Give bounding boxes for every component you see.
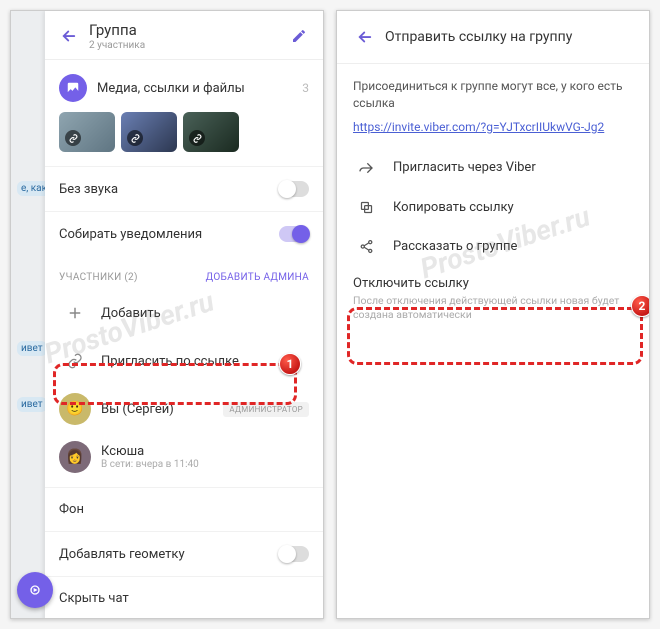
mute-toggle[interactable] bbox=[279, 181, 309, 197]
header-subtitle: 2 участника bbox=[89, 40, 287, 51]
back-button[interactable] bbox=[55, 22, 83, 50]
mute-row[interactable]: Без звука bbox=[45, 166, 323, 211]
geo-label: Добавлять геометку bbox=[59, 547, 279, 562]
link-icon bbox=[65, 130, 81, 146]
add-label: Добавить bbox=[101, 306, 161, 321]
compose-fab[interactable] bbox=[17, 572, 53, 608]
group-settings-panel: Группа 2 участника Медиа, ссылки и файлы… bbox=[45, 11, 323, 619]
participants-title: УЧАСТНИКИ (2) bbox=[59, 272, 138, 283]
media-header[interactable]: Медиа, ссылки и файлы 3 bbox=[59, 60, 309, 112]
participant-row[interactable]: 👩 Ксюша В сети: вчера в 11:40 bbox=[45, 433, 323, 481]
participant-status: В сети: вчера в 11:40 bbox=[101, 459, 309, 470]
media-icon bbox=[59, 74, 87, 102]
background-row[interactable]: Фон bbox=[45, 487, 323, 531]
geo-row[interactable]: Добавлять геометку bbox=[45, 531, 323, 576]
link-icon bbox=[189, 130, 205, 146]
share-arrow-icon bbox=[353, 160, 379, 176]
link-icon bbox=[127, 130, 143, 146]
header: Группа 2 участника bbox=[45, 11, 323, 60]
media-section: Медиа, ссылки и файлы 3 bbox=[45, 60, 323, 166]
chat-bubble-peek: ивет bbox=[17, 397, 47, 412]
hide-chat-label: Скрыть чат bbox=[59, 591, 309, 606]
media-count: 3 bbox=[302, 81, 309, 95]
disable-link-title: Отключить ссылку bbox=[353, 276, 633, 291]
copy-icon bbox=[353, 200, 379, 215]
copy-link-row[interactable]: Копировать ссылку bbox=[337, 188, 649, 227]
participants-header: УЧАСТНИКИ (2) ДОБАВИТЬ АДМИНА bbox=[45, 256, 323, 289]
back-button[interactable] bbox=[351, 23, 379, 51]
participant-me-row[interactable]: 🙂 Вы (Сергей) АДМИНИСТРАТОР bbox=[45, 385, 323, 433]
background-label: Фон bbox=[59, 502, 309, 517]
hide-chat-row[interactable]: Скрыть чат bbox=[45, 576, 323, 619]
add-participant-row[interactable]: Добавить bbox=[45, 289, 323, 337]
action-label: Рассказать о группе bbox=[393, 239, 517, 254]
media-thumb[interactable] bbox=[183, 112, 239, 152]
invite-viber-row[interactable]: Пригласить через Viber bbox=[337, 148, 649, 188]
admin-badge: АДМИНИСТРАТОР bbox=[223, 402, 309, 417]
disable-link-subtitle: После отключения действующей ссылки нова… bbox=[353, 294, 633, 322]
info-text: Присоединиться к группе могут все, у ког… bbox=[337, 64, 649, 120]
phone-left: е, как ивет ивет ProstoViber.ru Группа 2… bbox=[10, 10, 324, 619]
media-thumb[interactable] bbox=[59, 112, 115, 152]
chat-bubble-peek: ивет bbox=[17, 341, 47, 356]
participant-name: Ксюша bbox=[101, 444, 309, 459]
link-icon bbox=[59, 345, 91, 377]
avatar: 🙂 bbox=[59, 393, 91, 425]
invite-link[interactable]: https://invite.viber.com/?g=YJTxcrIIUkwV… bbox=[337, 120, 649, 148]
add-admin-link[interactable]: ДОБАВИТЬ АДМИНА bbox=[206, 272, 309, 283]
phone-right: ProstoViber.ru Отправить ссылку на групп… bbox=[336, 10, 650, 619]
share-group-row[interactable]: Рассказать о группе bbox=[337, 227, 649, 266]
step-badge-2: 2 bbox=[631, 295, 650, 317]
action-label: Копировать ссылку bbox=[393, 200, 514, 215]
participant-name: Вы (Сергей) bbox=[101, 402, 223, 417]
header-title: Отправить ссылку на группу bbox=[385, 29, 635, 45]
geo-toggle[interactable] bbox=[279, 546, 309, 562]
action-label: Пригласить через Viber bbox=[393, 160, 536, 175]
media-thumbs bbox=[59, 112, 309, 166]
collect-notifications-row[interactable]: Собирать уведомления bbox=[45, 211, 323, 256]
plus-icon bbox=[59, 297, 91, 329]
collect-toggle[interactable] bbox=[279, 226, 309, 242]
media-thumb[interactable] bbox=[121, 112, 177, 152]
header-title: Группа bbox=[89, 21, 287, 39]
header: Отправить ссылку на группу bbox=[337, 11, 649, 64]
share-icon bbox=[353, 239, 379, 254]
disable-link-block[interactable]: Отключить ссылку После отключения действ… bbox=[337, 266, 649, 336]
media-label: Медиа, ссылки и файлы bbox=[97, 81, 302, 96]
collect-label: Собирать уведомления bbox=[59, 227, 279, 242]
mute-label: Без звука bbox=[59, 182, 279, 197]
edit-button[interactable] bbox=[287, 24, 311, 48]
avatar: 👩 bbox=[59, 441, 91, 473]
invite-label: Пригласить по ссылке bbox=[101, 354, 239, 369]
step-badge-1: 1 bbox=[279, 353, 301, 375]
